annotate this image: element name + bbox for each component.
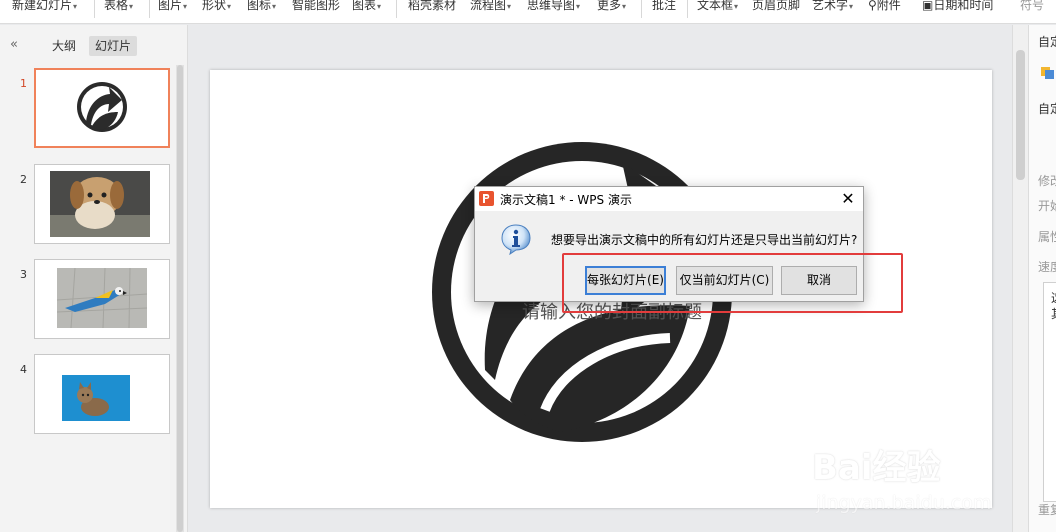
slide-thumbnail-2[interactable]: [34, 164, 170, 244]
slide-number: 3: [20, 268, 27, 281]
start-label: 开始: [1038, 199, 1056, 213]
dialog-title: 演示文稿1 * - WPS 演示: [500, 193, 632, 207]
ribbon-divider: [396, 0, 397, 18]
slide-number: 4: [20, 363, 27, 376]
baidu-jingyan-watermark: Bai经验 jingyan.baidu.com: [812, 440, 1002, 532]
paperclip-icon: ⚲: [868, 0, 877, 12]
property-label: 属性: [1038, 230, 1056, 244]
dialog-titlebar[interactable]: 演示文稿1 * - WPS 演示 ✕: [475, 187, 863, 211]
slide-number: 2: [20, 173, 27, 186]
scrollbar-thumb[interactable]: [1016, 50, 1025, 180]
thumbnail-scrollbar[interactable]: [176, 65, 184, 532]
repeat-label: 重复: [1038, 503, 1056, 517]
slide-thumbnail-3[interactable]: [34, 259, 170, 339]
animation-list-text: 这: [1051, 289, 1056, 306]
more-button[interactable]: 更多▾: [597, 0, 626, 16]
table-button[interactable]: 表格▾: [104, 0, 133, 16]
ribbon-divider: [149, 0, 150, 18]
symbol-button[interactable]: 符号: [1020, 0, 1044, 16]
animation-list-text: 其: [1051, 305, 1056, 322]
flowchart-button[interactable]: 流程图▾: [470, 0, 511, 16]
ribbon-divider: [687, 0, 688, 18]
close-icon[interactable]: ✕: [837, 189, 859, 209]
select-pane-icon[interactable]: [1041, 66, 1055, 80]
speed-label: 速度: [1038, 260, 1056, 274]
slide-thumbnail-1[interactable]: [34, 68, 170, 148]
pane-title: 自定: [1038, 35, 1056, 49]
scrollbar-thumb[interactable]: [177, 65, 183, 532]
modify-label: 修改: [1038, 174, 1056, 188]
tab-outline[interactable]: 大纲: [46, 36, 82, 56]
dog-photo-thumbnail: [50, 171, 150, 237]
annotation-highlight: [562, 253, 903, 313]
dialog-message: 想要导出演示文稿中的所有幻灯片还是只导出当前幻灯片?: [551, 233, 858, 247]
custom-animation-label: 自定: [1038, 102, 1056, 116]
info-icon: [501, 224, 531, 255]
calendar-icon: ▣: [922, 0, 934, 12]
attachment-button[interactable]: ⚲附件: [868, 0, 901, 16]
date-time-button[interactable]: ▣日期和时间: [922, 0, 993, 16]
kitten-photo-thumbnail: [62, 375, 130, 421]
new-slide-button[interactable]: 新建幻灯片▾: [12, 0, 77, 16]
custom-animation-pane: 自定 自定 修改 开始 属性 速度 这 其 重复: [1028, 25, 1056, 532]
parrot-photo-thumbnail: [56, 267, 148, 329]
smart-art-button[interactable]: 智能图形: [292, 0, 340, 16]
wordart-button[interactable]: 艺术字▾: [812, 0, 853, 16]
wps-presentation-icon: [479, 191, 494, 206]
chart-button[interactable]: 图表▾: [352, 0, 381, 16]
recycle-logo-thumbnail: [77, 82, 127, 132]
ribbon-divider: [94, 0, 95, 18]
canvas-scrollbar[interactable]: [1012, 25, 1028, 532]
comment-button[interactable]: 批注: [652, 0, 676, 16]
slide-number: 1: [20, 77, 27, 90]
ribbon-toolbar: 新建幻灯片▾ 表格▾ 图片▾ 形状▾ 图标▾ 智能图形 图表▾ 稻壳素材 流程图…: [0, 0, 1056, 24]
slide-thumbnail-4[interactable]: [34, 354, 170, 434]
watermark-url: jingyan.baidu.com: [816, 492, 992, 514]
mindmap-button[interactable]: 思维导图▾: [527, 0, 580, 16]
docer-assets-button[interactable]: 稻壳素材: [408, 0, 456, 16]
tab-slides[interactable]: 幻灯片: [89, 36, 138, 56]
header-footer-button[interactable]: 页眉页脚: [752, 0, 800, 16]
ribbon-divider: [641, 0, 642, 18]
picture-button[interactable]: 图片▾: [158, 0, 187, 16]
shape-button[interactable]: 形状▾: [202, 0, 231, 16]
watermark-brand: Bai经验: [812, 448, 941, 488]
icon-button[interactable]: 图标▾: [247, 0, 276, 16]
collapse-panel-icon[interactable]: «: [6, 38, 22, 52]
textbox-button[interactable]: 文本框▾: [697, 0, 738, 16]
slide-thumbnail-panel: « 大纲 幻灯片 1 2 3 4: [0, 25, 188, 532]
